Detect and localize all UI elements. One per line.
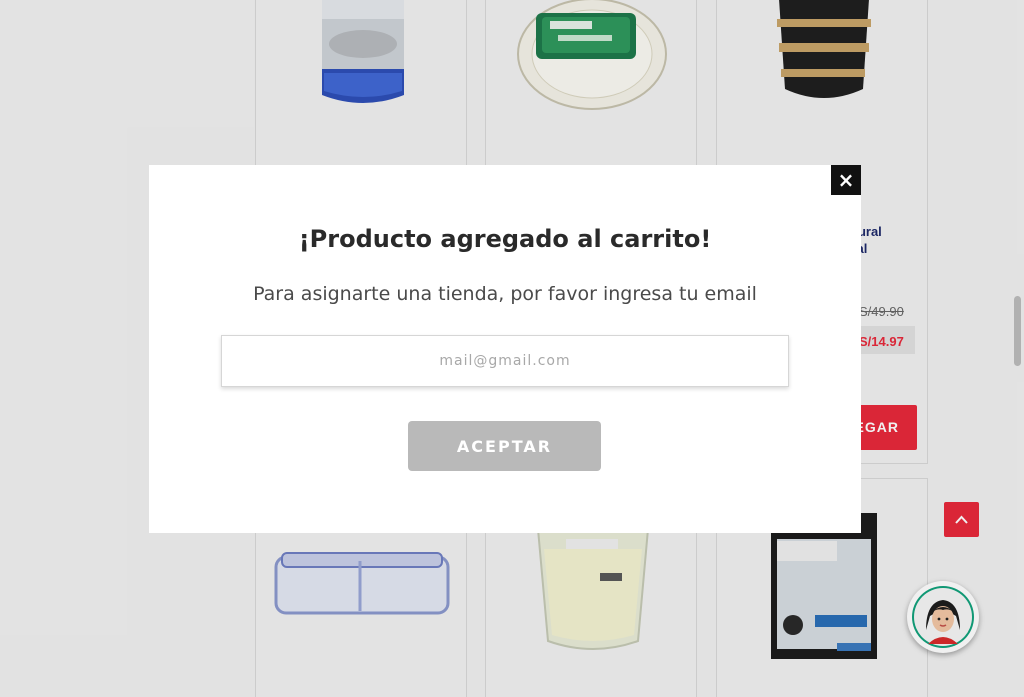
email-modal: ¡Producto agregado al carrito! Para asig… (149, 165, 861, 533)
modal-subtitle: Para asignarte una tienda, por favor ing… (253, 283, 757, 305)
accept-button[interactable]: ACEPTAR (408, 421, 601, 471)
close-icon[interactable]: × (831, 165, 861, 195)
email-input[interactable] (221, 335, 789, 387)
modal-title: ¡Producto agregado al carrito! (298, 225, 712, 253)
